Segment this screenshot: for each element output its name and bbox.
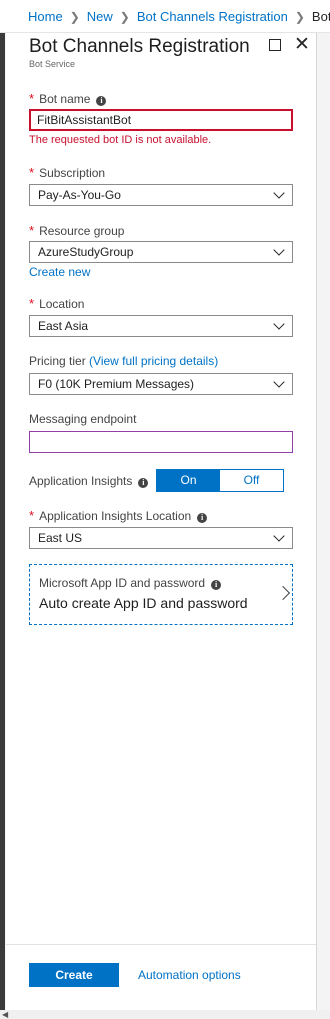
messaging-endpoint-input[interactable] [29,431,293,453]
location-label: * Location [29,296,84,311]
app-insights-location-select[interactable]: East US [29,527,293,549]
info-icon[interactable]: i [96,96,107,106]
info-icon[interactable]: i [211,580,222,590]
chevron-down-icon [273,187,285,199]
pricing-tier-label: Pricing tier (View full pricing details) [29,354,218,368]
close-icon[interactable]: ✕ [294,35,310,54]
info-icon[interactable]: i [197,513,208,523]
app-insights-location-value: East US [38,531,83,545]
required-marker: * [29,91,35,106]
subscription-select[interactable]: Pay-As-You-Go [29,184,293,206]
app-id-label-text: Microsoft App ID and password [39,576,206,590]
subscription-label-text: Subscription [39,166,106,180]
app-insights-off-option[interactable]: Off [220,470,283,491]
breadcrumb-current: Bot C [311,9,330,24]
page-subtitle: Bot Service [29,59,76,69]
automation-options-link[interactable]: Automation options [138,968,241,982]
required-marker: * [29,508,35,523]
resource-group-label: * Resource group [29,223,124,238]
bot-name-label: * Bot name i [29,91,107,106]
view-pricing-link[interactable]: (View full pricing details) [89,354,218,368]
pricing-tier-select[interactable]: F0 (10K Premium Messages) [29,373,293,395]
maximize-icon[interactable] [268,37,284,53]
bot-name-input[interactable] [29,109,293,131]
app-insights-label: Application Insights i [29,474,149,488]
scroll-left-icon[interactable]: ◀ [2,1010,8,1019]
chevron-right-icon: ❯ [69,10,80,24]
create-button[interactable]: Create [29,963,119,987]
resource-group-select[interactable]: AzureStudyGroup [29,241,293,263]
chevron-right-icon: ❯ [294,10,305,24]
breadcrumb-new[interactable]: New [87,9,113,24]
subscription-label: * Subscription [29,165,105,180]
app-id-value: Auto create App ID and password [39,595,248,611]
left-accent-bar [0,0,5,1019]
pricing-tier-value: F0 (10K Premium Messages) [38,377,195,391]
create-new-link[interactable]: Create new [29,265,90,279]
chevron-down-icon [273,244,285,256]
info-icon[interactable]: i [138,478,149,488]
location-label-text: Location [39,297,85,311]
messaging-endpoint-label: Messaging endpoint [29,412,137,426]
location-value: East Asia [38,319,89,333]
app-insights-location-label-text: Application Insights Location [39,509,192,523]
required-marker: * [29,296,35,311]
bot-name-label-text: Bot name [39,92,91,106]
location-select[interactable]: East Asia [29,315,293,337]
breadcrumb-bot-channels-registration[interactable]: Bot Channels Registration [137,9,288,24]
resource-group-label-text: Resource group [39,224,125,238]
app-insights-label-text: Application Insights [29,474,133,488]
bot-name-error: The requested bot ID is not available. [29,134,212,146]
subscription-value: Pay-As-You-Go [38,188,121,202]
app-id-password-selector[interactable]: Microsoft App ID and password i Auto crea… [29,564,293,625]
required-marker: * [29,223,35,238]
bot-registration-blade: Bot Channels Registration Bot Service ✕ … [6,33,317,1010]
chevron-down-icon [273,318,285,330]
resource-group-value: AzureStudyGroup [38,245,134,259]
chevron-down-icon [273,376,285,388]
chevron-right-icon: ❯ [119,10,130,24]
app-insights-location-label: * Application Insights Location i [29,508,208,523]
breadcrumb: Home ❯ New ❯ Bot Channels Registration ❯ Bot C [28,9,330,24]
app-insights-on-option[interactable]: On [157,470,220,491]
app-insights-toggle: On Off [156,469,284,492]
chevron-right-icon [275,585,291,601]
horizontal-scrollbar[interactable]: ◀ [0,1010,330,1019]
pricing-tier-label-text: Pricing tier [29,354,86,368]
app-id-label: Microsoft App ID and password i [39,576,222,590]
top-bar: Home ❯ New ❯ Bot Channels Registration ❯ Bot C [0,0,330,33]
footer-divider [6,944,316,945]
chevron-down-icon [273,530,285,542]
required-marker: * [29,165,35,180]
page-title: Bot Channels Registration [29,36,250,57]
breadcrumb-home[interactable]: Home [28,9,63,24]
